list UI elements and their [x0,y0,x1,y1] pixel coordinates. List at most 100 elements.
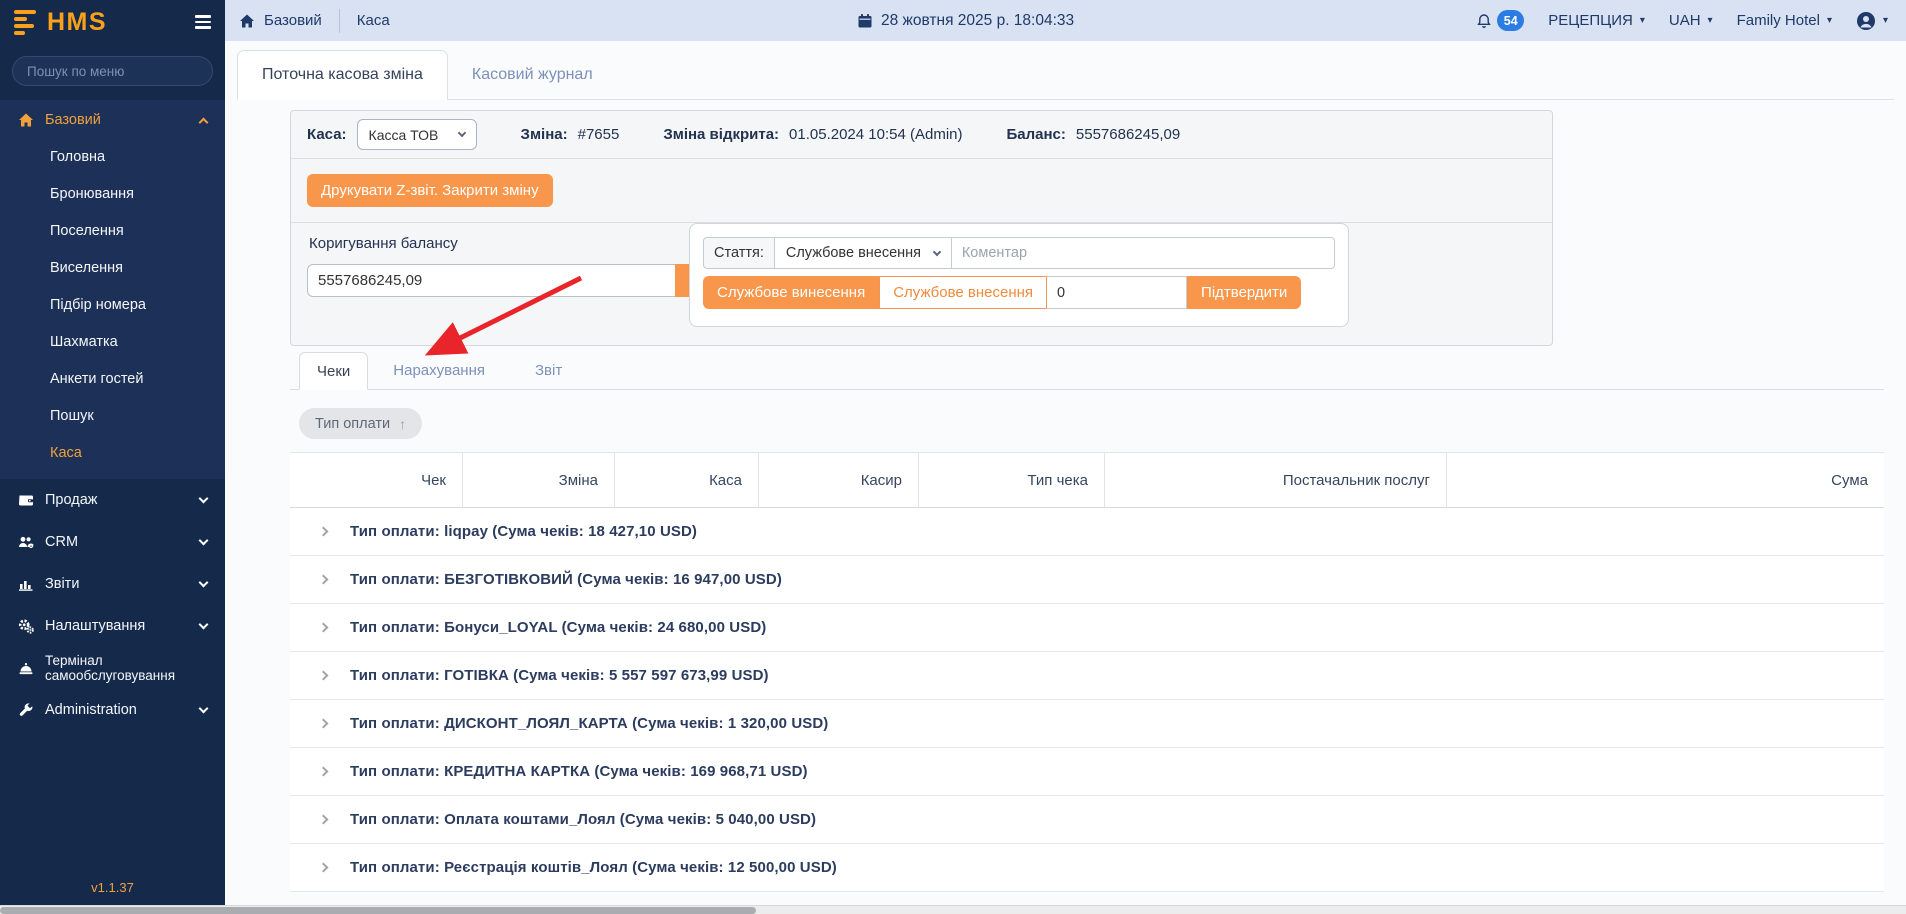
cash-operation-panel: Стаття: Службове внесення Службове винес… [689,223,1349,327]
expand-chevron-icon [319,863,329,873]
balance-label: Баланс: [1007,126,1066,143]
menu-search-input[interactable] [12,56,213,86]
sidebar-item-nalashtuvannya[interactable]: Налаштування [0,605,225,647]
tab-accruals[interactable]: Нарахування [368,352,510,389]
breadcrumb: Базовий Каса [225,9,390,33]
column-header-cashier[interactable]: Касир [759,453,919,507]
sort-ascending-icon: ↑ [399,416,406,432]
chevron-down-icon [199,494,209,504]
expand-chevron-icon [319,815,329,825]
table-row[interactable]: Тип оплати: liqpay (Сума чеків: 18 427,1… [290,508,1884,556]
expand-chevron-icon [319,719,329,729]
article-select[interactable]: Службове внесення [774,237,952,269]
kasa-label: Каса: [307,126,347,143]
article-label: Стаття: [703,237,774,269]
sort-chip-payment-type[interactable]: Тип оплати ↑ [299,408,422,439]
notification-count-badge: 54 [1497,10,1524,31]
sidebar-item-administration[interactable]: Administration [0,689,225,731]
sidebar-item-ankety-gostey[interactable]: Анкети гостей [0,360,225,397]
gears-icon [18,618,34,634]
horizontal-scrollbar-thumb[interactable] [0,907,756,914]
table-row[interactable]: Тип оплати: БЕЗГОТІВКОВИЙ (Сума чеків: 1… [290,556,1884,604]
amount-input[interactable] [1047,276,1187,309]
comment-input[interactable] [952,237,1335,269]
sidebar: HMS Базовий Головна Бронювання Поселення… [0,0,225,905]
chevron-down-icon [199,578,209,588]
home-icon [18,112,34,128]
shift-opened-value: 01.05.2024 10:54 (Admin) [789,126,962,143]
sidebar-item-shakhmatka[interactable]: Шахматка [0,323,225,360]
table-row[interactable]: Тип оплати: ДИСКОНТ_ЛОЯЛ_КАРТА (Сума чек… [290,700,1884,748]
hms-logo-icon [14,10,36,35]
sidebar-item-crm[interactable]: CRM [0,521,225,563]
table-row[interactable]: Тип оплати: Бонуси_LOYAL (Сума чеків: 24… [290,604,1884,652]
logo-bar: HMS [0,0,225,44]
sidebar-item-golovna[interactable]: Головна [0,138,225,175]
horizontal-scrollbar [0,905,1906,914]
currency-dropdown[interactable]: UAH▾ [1669,12,1713,29]
balance-correction-input[interactable] [307,264,675,297]
datetime-display: 28 жовтня 2025 р. 18:04:33 [857,12,1074,30]
sidebar-item-pidbir-nomera[interactable]: Підбір номера [0,286,225,323]
sidebar-nav: Базовий Головна Бронювання Поселення Вис… [0,100,225,731]
notifications-button[interactable]: 54 [1476,10,1524,31]
app-version: v1.1.37 [0,880,225,895]
logo-text: HMS [47,8,107,37]
wallet-icon [18,492,34,508]
z-report-close-shift-button[interactable]: Друкувати Z-звіт. Закрити зміну [307,174,553,207]
table-header-row: Чек Зміна Каса Касир Тип чека Постачальн… [290,452,1884,508]
column-header-sum[interactable]: Сума [1447,453,1884,507]
chevron-down-icon [457,129,465,137]
sidebar-item-label: Базовий [45,112,101,128]
column-header-kasa[interactable]: Каса [615,453,759,507]
users-icon [18,534,34,550]
payment-group-label: Тип оплати: liqpay (Сума чеків: 18 427,1… [350,523,697,540]
payment-group-label: Тип оплати: Оплата коштами_Лоял (Сума че… [350,811,816,828]
service-deposit-button[interactable]: Службове внесення [879,276,1047,309]
shift-opened-label: Зміна відкрита: [663,126,779,143]
chevron-down-icon [199,620,209,630]
column-header-cheque[interactable]: Чек [290,453,463,507]
column-header-cheque-type[interactable]: Тип чека [919,453,1105,507]
caret-down-icon: ▾ [1640,15,1645,26]
sidebar-item-bronyuvannya[interactable]: Бронювання [0,175,225,212]
user-menu[interactable]: ▾ [1856,11,1888,31]
expand-chevron-icon [319,575,329,585]
hotel-dropdown[interactable]: Family Hotel▾ [1737,12,1832,29]
station-dropdown[interactable]: РЕЦЕПЦИЯ▾ [1548,12,1645,29]
sidebar-item-basic[interactable]: Базовий [0,102,225,138]
table-row[interactable]: Тип оплати: Реєстрація коштів_Лоял (Сума… [290,844,1884,892]
service-bell-icon [18,660,34,676]
kasa-select[interactable]: Касса ТОВ [357,119,477,150]
sidebar-item-poselennya[interactable]: Поселення [0,212,225,249]
z-report-row: Друкувати Z-звіт. Закрити зміну [291,159,1552,223]
table-row[interactable]: Тип оплати: КРЕДИТНА КАРТКА (Сума чеків:… [290,748,1884,796]
home-icon [239,13,255,29]
sidebar-item-vyselennya[interactable]: Виселення [0,249,225,286]
tab-current-cash-shift[interactable]: Поточна касова зміна [237,50,448,100]
expand-chevron-icon [319,671,329,681]
breadcrumb-page[interactable]: Каса [357,12,390,29]
breadcrumb-home[interactable]: Базовий [264,12,322,29]
service-withdrawal-button[interactable]: Службове винесення [703,276,879,309]
user-avatar-icon [1856,11,1876,31]
confirm-button[interactable]: Підтвердити [1187,276,1301,309]
wrench-icon [18,702,34,718]
shift-info-row: Каса: Касса ТОВ Зміна: #7655 Зміна відкр… [291,111,1552,159]
collapse-menu-icon[interactable] [195,15,211,29]
sidebar-item-poshuk[interactable]: Пошук [0,397,225,434]
table-row[interactable]: Тип оплати: Оплата коштами_Лоял (Сума че… [290,796,1884,844]
column-header-shift[interactable]: Зміна [463,453,615,507]
breadcrumb-divider [339,9,340,33]
sidebar-item-prodazh[interactable]: Продаж [0,479,225,521]
tab-cheques[interactable]: Чеки [299,352,368,390]
sidebar-item-zvity[interactable]: Звіти [0,563,225,605]
column-header-service-provider[interactable]: Постачальник послуг [1105,453,1447,507]
inner-tab-bar: Чеки Нарахування Звіт [290,352,1884,390]
sidebar-item-kasa[interactable]: Каса [0,434,225,471]
table-row[interactable]: Тип оплати: ГОТІВКА (Сума чеків: 5 557 5… [290,652,1884,700]
tab-report[interactable]: Звіт [510,352,587,389]
payment-group-label: Тип оплати: ДИСКОНТ_ЛОЯЛ_КАРТА (Сума чек… [350,715,828,732]
sidebar-item-terminal[interactable]: Термінал самообслуговування [0,647,225,689]
tab-cash-journal[interactable]: Касовий журнал [448,50,617,99]
